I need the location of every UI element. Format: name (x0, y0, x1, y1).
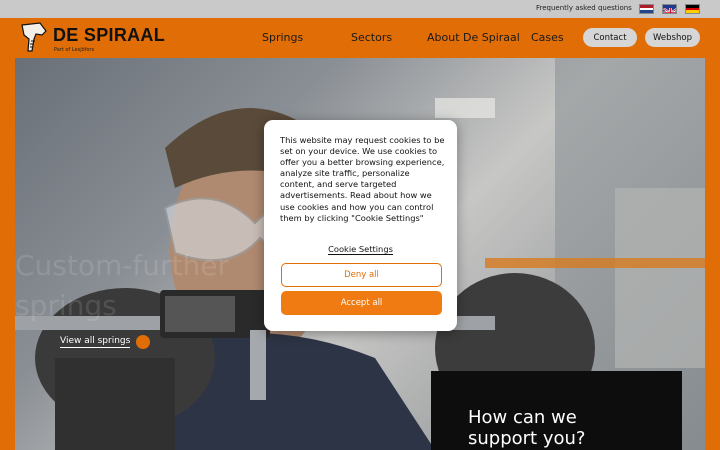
logo-subtitle: Part of Lesjöfors (54, 47, 95, 53)
spiraal-logo-icon[interactable] (20, 21, 48, 53)
cookie-message: This website may request cookies to be s… (280, 135, 445, 223)
logo-text[interactable]: DE SPIRAAL (53, 25, 165, 46)
utility-bar: Frequently asked questions (0, 0, 720, 18)
flag-de-icon[interactable] (685, 4, 700, 14)
cookie-settings-wrapper: Cookie Settings (264, 244, 457, 255)
view-all-springs-link[interactable]: View all springs (60, 336, 131, 348)
webshop-button[interactable]: Webshop (645, 28, 700, 47)
nav-springs[interactable]: Springs (262, 31, 303, 44)
faq-link[interactable]: Frequently asked questions (536, 4, 632, 12)
flag-uk-icon[interactable] (662, 4, 677, 14)
cookie-consent-dialog: This website may request cookies to be s… (264, 120, 457, 331)
contact-button[interactable]: Contact (583, 28, 637, 47)
nav-sectors[interactable]: Sectors (351, 31, 392, 44)
support-title: How can we support you? (468, 407, 586, 449)
nav-cases[interactable]: Cases (531, 31, 564, 44)
hero-headline-line2: springs (15, 289, 117, 322)
main-header: DE SPIRAAL Part of Lesjöfors Springs Sec… (0, 18, 720, 58)
arrow-circle-icon[interactable] (136, 335, 150, 349)
accept-all-button[interactable]: Accept all (281, 291, 442, 315)
flag-nl-icon[interactable] (639, 4, 654, 14)
hero-headline-line1: Custom-further (15, 249, 229, 282)
nav-about[interactable]: About De Spiraal (427, 31, 520, 44)
support-card: How can we support you? (431, 371, 682, 450)
hero-headline: Custom-further springs (15, 246, 229, 326)
cookie-settings-link[interactable]: Cookie Settings (328, 244, 393, 255)
deny-all-button[interactable]: Deny all (281, 263, 442, 287)
